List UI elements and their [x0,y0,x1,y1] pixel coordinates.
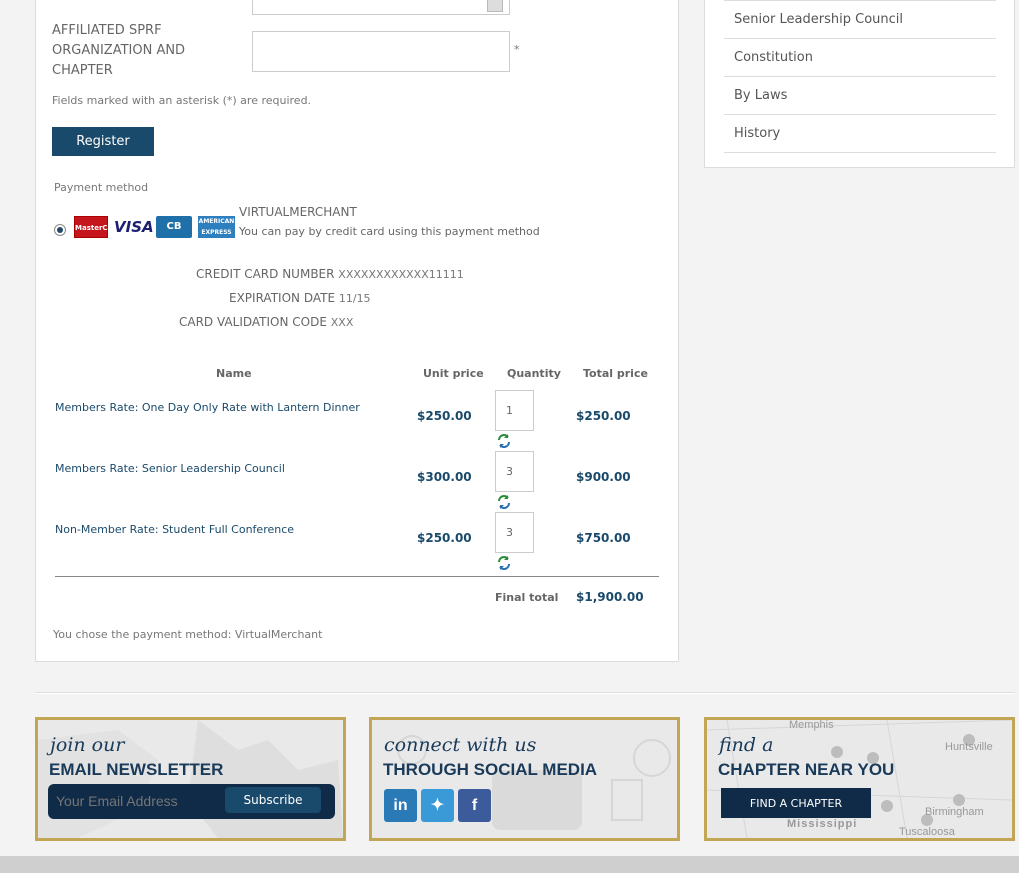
row-2-unit-price: $300.00 [417,470,472,484]
cvc-row: CARD VALIDATION CODE XXX [179,315,353,329]
scroll-handle[interactable] [487,0,503,12]
find-chapter-button[interactable]: FIND A CHAPTER [721,788,871,818]
cc-number-value: XXXXXXXXXXXX11111 [338,268,464,281]
newsletter-promo: join our EMAIL NEWSLETTER Subscribe [35,717,346,841]
subscribe-button[interactable]: Subscribe [225,787,321,813]
footer-divider [35,692,1015,694]
visa-icon: VISA [114,218,154,236]
final-total-label: Final total [495,591,559,604]
map-label-huntsville: Huntsville [945,741,993,753]
affiliated-input[interactable] [252,31,510,72]
row-1-name: Members Rate: One Day Only Rate with Lan… [55,401,360,414]
facebook-icon[interactable]: f [458,789,491,822]
map-label-memphis: Memphis [789,719,834,731]
expiration-label: EXPIRATION DATE [229,291,336,305]
row-2-quantity-input[interactable] [495,451,534,492]
cvc-label: CARD VALIDATION CODE [179,315,327,329]
cvc-value: XXX [330,316,354,329]
row-3-unit-price: $250.00 [417,531,472,545]
chapter-caps-title: CHAPTER NEAR YOU [718,760,895,779]
newsletter-script-title: join our [50,734,125,756]
map-label-birmingham: Birmingham [925,806,984,818]
col-total-header: Total price [583,367,648,380]
sidebar-item-history[interactable]: History [724,114,996,152]
cb-card-icon: CB [156,216,192,238]
refresh-icon[interactable] [496,555,512,571]
register-button[interactable]: Register [52,127,154,156]
row-2-name: Members Rate: Senior Leadership Council [55,462,285,475]
row-1-unit-price: $250.00 [417,409,472,423]
expiration-row: EXPIRATION DATE 11/15 [229,291,371,305]
col-name-header: Name [216,367,252,380]
payment-radio[interactable] [54,224,66,236]
social-script-title: connect with us [384,734,537,756]
newsletter-form: Subscribe [48,784,335,819]
chapter-promo: Memphis Huntsville Birmingham Mississipp… [704,717,1015,841]
mastercard-icon: MasterCard [74,216,121,238]
sidebar: Senior Leadership Council Constitution B… [704,0,1015,168]
row-2-total: $900.00 [576,470,631,484]
table-divider [55,576,659,577]
payment-method-label: Payment method [54,181,149,194]
required-asterisk: * [514,43,520,56]
map-label-mississippi: Mississippi [787,818,858,830]
sidebar-bottom-rule [724,152,996,153]
newsletter-caps-title: EMAIL NEWSLETTER [49,760,224,779]
scroll-field[interactable] [252,0,510,15]
refresh-icon[interactable] [496,494,512,510]
social-promo: connect with us THROUGH SOCIAL MEDIA in … [369,717,680,841]
affiliated-label: AFFILIATED SPRF ORGANIZATION AND CHAPTER [52,23,186,78]
linkedin-icon[interactable]: in [384,789,417,822]
main-panel: AFFILIATED SPRF ORGANIZATION AND CHAPTER… [35,0,679,662]
chosen-method-text: You chose the payment method: VirtualMer… [53,628,323,641]
row-1-total: $250.00 [576,409,631,423]
expiration-value: 11/15 [338,292,371,305]
cc-number-label: CREDIT CARD NUMBER [196,267,335,281]
final-total-value: $1,900.00 [576,590,644,604]
col-quantity-header: Quantity [507,367,561,380]
map-label-tuscaloosa: Tuscaloosa [899,826,955,838]
cc-number-row: CREDIT CARD NUMBER XXXXXXXXXXXX11111 [196,267,464,281]
row-1-quantity-input[interactable] [495,390,534,431]
merchant-description: You can pay by credit card using this pa… [239,225,540,238]
sidebar-item-constitution[interactable]: Constitution [724,38,996,76]
row-3-name: Non-Member Rate: Student Full Conference [55,523,295,536]
amex-icon: AMERICAN EXPRESS [198,216,235,238]
sidebar-item-by-laws[interactable]: By Laws [724,76,996,114]
col-unit-price-header: Unit price [423,367,484,380]
required-note: Fields marked with an asterisk (*) are r… [52,94,312,107]
row-3-quantity-input[interactable] [495,512,534,553]
row-3-total: $750.00 [576,531,631,545]
merchant-name: VIRTUALMERCHANT [239,205,357,219]
twitter-icon[interactable]: ✦ [421,789,454,822]
social-caps-title: THROUGH SOCIAL MEDIA [383,760,598,779]
sidebar-item-senior-leadership-council[interactable]: Senior Leadership Council [724,0,996,38]
page-bottom-strip [0,856,1019,873]
refresh-icon[interactable] [496,433,512,449]
email-input[interactable] [56,790,216,812]
chapter-script-title: find a [719,734,774,756]
